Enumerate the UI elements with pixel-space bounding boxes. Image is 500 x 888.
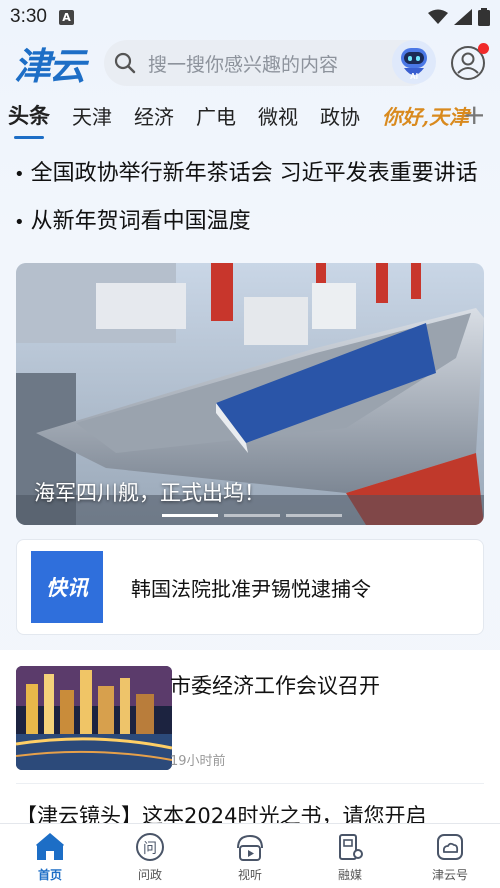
nav-label: 津云号: [431, 868, 468, 882]
flash-badge: 快讯: [31, 551, 103, 623]
ask-icon: 问: [136, 833, 164, 861]
nav-home[interactable]: 首页: [0, 824, 100, 888]
svg-text:问: 问: [143, 841, 157, 857]
search-placeholder: 搜一搜你感兴趣的内容: [148, 53, 339, 76]
robot-label: AI: [410, 72, 418, 81]
flash-news-card[interactable]: 快讯 韩国法院批准尹锡悦逮捕令: [16, 539, 484, 635]
app-header: 津云 搜一搜你感兴趣的内容 AI: [0, 34, 500, 92]
status-bar: 3:30 A: [0, 0, 500, 34]
tab-hello-tianjin[interactable]: 你好,天津: [382, 101, 469, 130]
app-logo[interactable]: 津云: [14, 36, 100, 90]
headline-text: 从新年贺词看中国温度: [30, 209, 251, 234]
banner-caption: 海军四川舰，正式出坞！: [34, 481, 265, 505]
carousel-dot[interactable]: [286, 514, 342, 517]
add-channel-button[interactable]: +: [463, 98, 486, 131]
flash-text: 韩国法院批准尹锡悦逮捕令: [131, 576, 371, 601]
tab-economy[interactable]: 经济: [134, 101, 174, 130]
user-avatar-button[interactable]: [450, 43, 489, 81]
app-screen: 3:30 A 津云 搜一搜你感兴趣的内容 AI 头条 天津 经济 广电 微视 政…: [0, 0, 500, 888]
bottom-nav: 首页 问 问政 视听 融媒 津云号: [0, 823, 500, 888]
tab-micro-video[interactable]: 微视: [258, 101, 298, 130]
news-list: 市委经济工作会议召开 19小时前 【津云镜头】这本2024时光之书，请您开启: [0, 650, 500, 830]
nav-av[interactable]: 视听: [200, 824, 300, 888]
tv-icon: [237, 834, 263, 861]
nav-label: 问政: [137, 868, 162, 882]
nav-ask[interactable]: 问 问政: [100, 824, 200, 888]
carousel-indicator: [162, 514, 342, 517]
cloud-account-icon: [437, 834, 463, 860]
wifi-icon: [428, 9, 448, 24]
tab-tianjin[interactable]: 天津: [72, 101, 112, 130]
nav-media[interactable]: 融媒: [300, 824, 400, 888]
tab-cppcc[interactable]: 政协: [320, 101, 360, 130]
bullet-icon: •: [14, 164, 25, 185]
bullet-icon: •: [14, 212, 25, 233]
nav-account[interactable]: 津云号: [400, 824, 500, 888]
ai-robot-icon[interactable]: AI: [390, 38, 438, 86]
tab-headlines[interactable]: 头条: [8, 100, 50, 139]
notification-icon: A: [58, 9, 74, 25]
divider: [16, 783, 484, 784]
nav-label: 融媒: [337, 868, 362, 882]
news-thumbnail: [16, 666, 172, 770]
city-night-image: [16, 666, 172, 770]
status-time: 3:30: [10, 6, 47, 27]
search-icon: [114, 52, 136, 74]
carousel-dot[interactable]: [224, 514, 280, 517]
news-time: 19小时前: [170, 754, 226, 769]
headline-text: 全国政协举行新年茶话会 习近平发表重要讲话: [30, 161, 478, 186]
search-bar[interactable]: 搜一搜你感兴趣的内容 AI: [104, 40, 436, 86]
status-icons: [428, 8, 490, 26]
home-icon: [36, 833, 64, 860]
headline-item[interactable]: • 从新年贺词看中国温度: [14, 198, 486, 246]
channel-tabs: 头条 天津 经济 广电 微视 政协 你好,天津 +: [0, 92, 500, 139]
tab-broadcast[interactable]: 广电: [196, 101, 236, 130]
hero-banner[interactable]: 海军四川舰，正式出坞！: [16, 263, 484, 525]
battery-icon: [478, 8, 490, 26]
news-title[interactable]: 市委经济工作会议召开: [170, 670, 380, 700]
carousel-dot[interactable]: [162, 514, 218, 517]
signal-icon: [454, 9, 472, 25]
notification-dot: [478, 43, 489, 54]
media-icon: [339, 834, 363, 860]
nav-label: 视听: [237, 868, 262, 882]
headline-item[interactable]: • 全国政协举行新年茶话会 习近平发表重要讲话: [14, 150, 486, 198]
headline-list: • 全国政协举行新年茶话会 习近平发表重要讲话 • 从新年贺词看中国温度: [0, 138, 500, 246]
nav-label: 首页: [37, 868, 62, 882]
flash-badge-label: 快讯: [46, 576, 88, 600]
